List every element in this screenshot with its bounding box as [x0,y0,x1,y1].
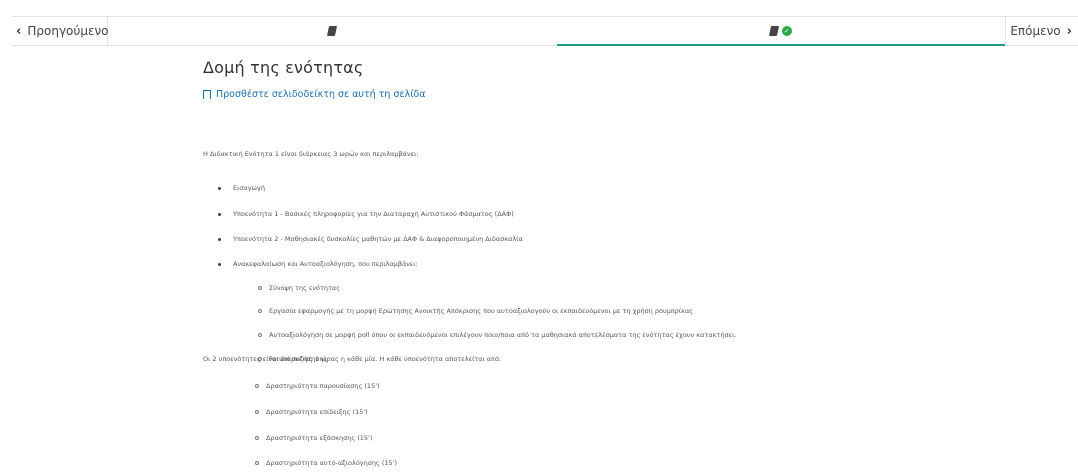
activity-text: Δραστηριότητα παρουσίασης (15') [266,382,380,390]
activity-text: Δραστηριότητα αυτό-αξιολόγησης (15') [266,459,398,467]
circle-bullet [258,309,262,313]
list-item-text: Εισαγωγή [233,184,265,192]
list-item: Υποενότητα 2 - Μαθησιακές δυσκολίες μαθη… [218,235,523,243]
circle-bullet [255,410,259,414]
circle-bullet [255,436,259,440]
previous-label: Προηγούμενο [27,24,109,38]
circle-bullet [255,384,259,388]
activity-text: Δραστηριότητα εξάσκησης (15') [266,434,373,442]
sub-list-item-text: Αυτοαξιολόγηση σε μορφή poll όπου οι εκπ… [269,331,737,339]
sub-list-item: Αυτοαξιολόγηση σε μορφή poll όπου οι εκπ… [258,331,736,339]
intro-paragraph: Η Διδακτική Ενότητα 1 είναι διάρκειας 3 … [203,150,419,158]
page-title: Δομή της ενότητας [203,58,364,77]
activity-item: Δραστηριότητα εξάσκησης (15') [255,434,372,442]
activity-item: Δραστηριότητα αυτό-αξιολόγησης (15') [255,459,397,467]
sub-list-item: Σύνοψη της ενότητας [258,284,340,292]
book-icon [768,26,779,36]
previous-button[interactable]: ‹ Προηγούμενο [12,17,109,45]
list-item-text: Ανακεφαλαίωση και Αυτοαξιολόγηση, που πε… [233,260,418,268]
next-label: Επόμενο [1010,24,1061,38]
list-item: Εισαγωγή [218,184,265,192]
tab-unit-page-2[interactable]: ✓ [556,17,1006,46]
next-button[interactable]: Επόμενο › [1005,17,1078,45]
bookmark-icon [203,90,211,102]
circle-bullet [258,286,262,290]
unit-navigation-bar: ‹ Προηγούμενο ✓ Επόμενο › [12,16,1078,46]
chevron-left-icon: ‹ [16,23,22,39]
bullet-dot [218,262,221,266]
circle-bullet [258,333,262,337]
chevron-right-icon: › [1066,23,1072,39]
list-item-text: Υποενότητα 1 - Βασικές πληροφορίες για τ… [233,210,514,218]
bullet-dot [218,237,221,241]
subunits-paragraph: Οι 2 υποενότητες είναι διάρκειας 1 ώρας … [203,355,502,363]
bullet-dot [218,212,221,216]
check-circle-icon: ✓ [781,26,792,36]
list-item-text: Υποενότητα 2 - Μαθησιακές δυσκολίες μαθη… [233,235,523,243]
circle-bullet [255,461,259,465]
sub-list-item: Εργασία εφαρμογής με τη μορφή Ερώτησης Α… [258,307,693,315]
tab-unit-page-1[interactable] [108,17,557,45]
sub-list-item-text: Εργασία εφαρμογής με τη μορφή Ερώτησης Α… [269,307,694,315]
bookmark-link[interactable]: Προσθέστε σελιδοδείκτη σε αυτή τη σελίδα [203,89,1063,102]
sub-list-item-text: Σύνοψη της ενότητας [269,284,341,292]
bullet-dot [218,186,221,190]
activity-item: Δραστηριότητα επίδειξης (15') [255,408,368,416]
activity-text: Δραστηριότητα επίδειξης (15') [266,408,368,416]
list-item: Ανακεφαλαίωση και Αυτοαξιολόγηση, που πε… [218,260,418,268]
bookmark-label: Προσθέστε σελιδοδείκτη σε αυτή τη σελίδα [216,89,426,100]
main-content: Δομή της ενότητας Προσθέστε σελιδοδείκτη… [203,58,1063,363]
book-icon [327,26,338,36]
activity-item: Δραστηριότητα παρουσίασης (15') [255,382,380,390]
list-item: Υποενότητα 1 - Βασικές πληροφορίες για τ… [218,210,514,218]
